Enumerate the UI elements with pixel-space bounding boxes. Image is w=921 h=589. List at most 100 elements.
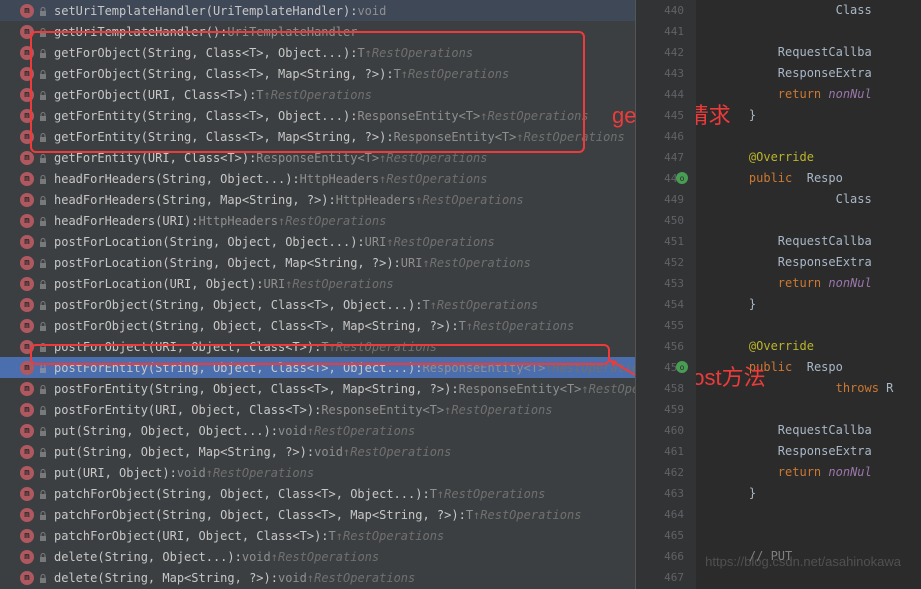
method-item[interactable]: mpostForEntity(String, Object, Class<T>,… <box>0 357 635 378</box>
inherited-from: ↑RestOperations <box>473 508 581 522</box>
code-line[interactable]: } <box>720 483 921 504</box>
code-line[interactable]: RequestCallba <box>720 420 921 441</box>
return-type: T <box>394 67 401 81</box>
return-type: URI <box>401 256 423 270</box>
code-line[interactable]: } <box>720 105 921 126</box>
method-item[interactable]: mpostForEntity(String, Object, Class<T>,… <box>0 378 635 399</box>
override-icon[interactable]: o <box>676 361 688 373</box>
line-number: 441 <box>636 21 684 42</box>
method-item[interactable]: mheadForHeaders(String, Map<String, ?>):… <box>0 189 635 210</box>
method-item[interactable]: mpostForLocation(URI, Object): URI ↑Rest… <box>0 273 635 294</box>
return-type: ResponseEntity<T> <box>422 361 545 375</box>
line-number: 467 <box>636 567 684 588</box>
method-signature: postForEntity(String, Object, Class<T>, … <box>54 361 422 375</box>
code-line[interactable] <box>720 126 921 147</box>
method-icon: m <box>20 109 34 123</box>
method-item[interactable]: m setUriTemplateHandler(UriTemplateHandle… <box>0 0 635 21</box>
line-number: 459 <box>636 399 684 420</box>
method-signature: getForObject(String, Class<T>, Map<Strin… <box>54 67 394 81</box>
lock-icon <box>38 573 48 583</box>
method-icon: m <box>20 88 34 102</box>
code-line[interactable] <box>720 399 921 420</box>
editor-panel[interactable]: 440441442443444445446447448o449450451452… <box>636 0 921 589</box>
method-item[interactable]: mput(String, Object, Object...): void ↑R… <box>0 420 635 441</box>
lock-icon <box>38 552 48 562</box>
return-type: ResponseEntity<T> <box>321 403 444 417</box>
code-line[interactable]: ResponseExtra <box>720 63 921 84</box>
lock-icon <box>38 27 48 37</box>
method-item[interactable]: mpostForObject(String, Object, Class<T>,… <box>0 315 635 336</box>
code-line[interactable]: @Override <box>720 147 921 168</box>
inherited-from: ↑RestOperations <box>386 235 494 249</box>
method-item[interactable]: mheadForHeaders(String, Object...): Http… <box>0 168 635 189</box>
code-line[interactable] <box>720 504 921 525</box>
code-line[interactable]: RequestCallba <box>720 231 921 252</box>
method-item[interactable]: mdelete(String, Map<String, ?>): void ↑R… <box>0 567 635 588</box>
code-line[interactable]: public Respo <box>720 357 921 378</box>
code-line[interactable] <box>720 210 921 231</box>
method-item[interactable]: mgetForEntity(String, Class<T>, Object..… <box>0 105 635 126</box>
lock-icon <box>38 510 48 520</box>
code-area[interactable]: Class RequestCallba ResponseExtra return… <box>696 0 921 589</box>
method-item[interactable]: m getForObject(String, Class<T>, Object..… <box>0 42 635 63</box>
method-icon: m <box>20 277 34 291</box>
code-line[interactable] <box>720 21 921 42</box>
method-signature: postForEntity(String, Object, Class<T>, … <box>54 382 459 396</box>
method-item[interactable]: mdelete(String, Object...): void ↑RestOp… <box>0 546 635 567</box>
code-line[interactable]: } <box>720 294 921 315</box>
code-line[interactable]: return nonNul <box>720 462 921 483</box>
method-item[interactable]: mgetForObject(String, Class<T>, Map<Stri… <box>0 63 635 84</box>
method-item[interactable]: mpostForLocation(String, Object, Map<Str… <box>0 252 635 273</box>
method-item[interactable]: mgetUriTemplateHandler(): UriTemplateHan… <box>0 21 635 42</box>
structure-view-panel[interactable]: m setUriTemplateHandler(UriTemplateHandle… <box>0 0 635 589</box>
lock-icon <box>38 489 48 499</box>
code-line[interactable] <box>720 315 921 336</box>
method-signature: setUriTemplateHandler(UriTemplateHandler… <box>54 4 357 18</box>
code-line[interactable]: Class <box>720 0 921 21</box>
code-line[interactable]: return nonNul <box>720 273 921 294</box>
code-line[interactable]: public Respo <box>720 168 921 189</box>
method-icon: m <box>20 4 34 18</box>
method-item[interactable]: mpostForEntity(URI, Object, Class<T>): R… <box>0 399 635 420</box>
inherited-from: ↑RestOperations <box>480 109 588 123</box>
method-item[interactable]: mpatchForObject(String, Object, Class<T>… <box>0 504 635 525</box>
line-number: 460 <box>636 420 684 441</box>
method-item[interactable]: mpostForObject(String, Object, Class<T>,… <box>0 294 635 315</box>
return-type: void <box>242 550 271 564</box>
method-item[interactable]: mheadForHeaders(URI): HttpHeaders ↑RestO… <box>0 210 635 231</box>
line-number: 451 <box>636 231 684 252</box>
inherited-from: ↑RestOperations <box>264 88 372 102</box>
method-signature: getUriTemplateHandler(): <box>54 25 227 39</box>
method-signature: headForHeaders(String, Map<String, ?>): <box>54 193 336 207</box>
method-item[interactable]: mpostForObject(URI, Object, Class<T>): T… <box>0 336 635 357</box>
method-item[interactable]: mgetForEntity(String, Class<T>, Map<Stri… <box>0 126 635 147</box>
code-line[interactable]: @Override <box>720 336 921 357</box>
code-line[interactable] <box>720 525 921 546</box>
code-line[interactable]: return nonNul <box>720 84 921 105</box>
method-signature: getForObject(String, Class<T>, Object...… <box>54 46 357 60</box>
code-line[interactable]: Class <box>720 189 921 210</box>
code-line[interactable]: ResponseExtra <box>720 252 921 273</box>
method-item[interactable]: mpatchForObject(URI, Object, Class<T>): … <box>0 525 635 546</box>
return-type: T <box>321 340 328 354</box>
method-icon: m <box>20 46 34 60</box>
inherited-from: ↑RestOperations <box>336 529 444 543</box>
method-item[interactable]: mgetForObject(URI, Class<T>): T ↑RestOpe… <box>0 84 635 105</box>
method-item[interactable]: mgetForEntity(URI, Class<T>): ResponseEn… <box>0 147 635 168</box>
lock-icon <box>38 342 48 352</box>
code-line[interactable] <box>720 567 921 588</box>
method-item[interactable]: mpatchForObject(String, Object, Class<T>… <box>0 483 635 504</box>
return-type: HttpHeaders <box>199 214 278 228</box>
lock-icon <box>38 426 48 436</box>
method-signature: postForLocation(String, Object, Map<Stri… <box>54 256 401 270</box>
method-item[interactable]: mput(String, Object, Map<String, ?>): vo… <box>0 441 635 462</box>
return-type: T <box>256 88 263 102</box>
code-line[interactable]: RequestCallba <box>720 42 921 63</box>
code-line[interactable]: ResponseExtra <box>720 441 921 462</box>
code-line[interactable]: throws R <box>720 378 921 399</box>
method-item[interactable]: mput(URI, Object): void ↑RestOperations <box>0 462 635 483</box>
lock-icon <box>38 48 48 58</box>
method-item[interactable]: mpostForLocation(String, Object, Object.… <box>0 231 635 252</box>
method-signature: headForHeaders(URI): <box>54 214 199 228</box>
override-icon[interactable]: o <box>676 172 688 184</box>
